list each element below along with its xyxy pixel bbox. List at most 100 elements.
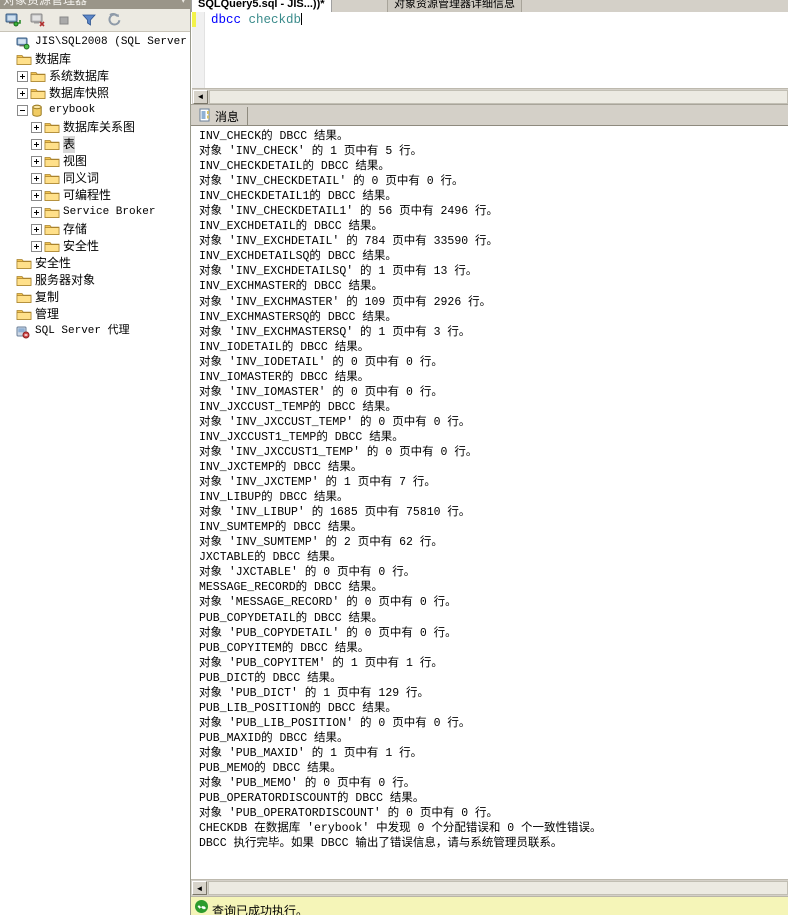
- folder-icon: [16, 257, 32, 271]
- refresh-icon[interactable]: [104, 11, 124, 29]
- expand-plus-icon[interactable]: [31, 224, 42, 235]
- object-explorer-toolbar: [0, 9, 190, 32]
- message-line: MESSAGE_RECORD的 DBCC 结果。: [199, 581, 384, 595]
- tree-node-9[interactable]: 可编程性: [0, 187, 190, 204]
- sql-editor-body[interactable]: dbcc checkdb: [192, 12, 788, 88]
- object-explorer-tree[interactable]: JIS\SQL2008 (SQL Server 10.50. 数据库系统数据库数据…: [0, 32, 190, 915]
- message-line: 对象 'INV_CHECK' 的 1 页中有 5 行。: [199, 145, 423, 159]
- sql-editor[interactable]: dbcc checkdb ◄: [191, 12, 788, 104]
- tree-node-14[interactable]: 服务器对象: [0, 272, 190, 289]
- tree-node-17[interactable]: SQL Server 代理: [0, 323, 190, 340]
- collapse-minus-icon[interactable]: [17, 105, 28, 116]
- scroll-left-arrow[interactable]: ◄: [193, 89, 208, 104]
- expand-plus-icon[interactable]: [31, 207, 42, 218]
- status-text: 查询已成功执行。: [212, 903, 309, 915]
- tree-node-5[interactable]: 数据库关系图: [0, 119, 190, 136]
- message-line: PUB_LIB_POSITION的 DBCC 结果。: [199, 701, 397, 715]
- tree-node-4[interactable]: erybook: [0, 102, 190, 119]
- message-line: 对象 'PUB_LIB_POSITION' 的 0 页中有 0 行。: [199, 716, 471, 730]
- message-line: INV_JXCTEMP的 DBCC 结果。: [199, 461, 363, 475]
- expand-plus-icon[interactable]: [31, 139, 42, 150]
- folder-icon: [30, 70, 46, 84]
- tree-node-16[interactable]: 管理: [0, 306, 190, 323]
- expand-plus-icon[interactable]: [31, 241, 42, 252]
- messages-horizontal-scrollbar[interactable]: ◄: [191, 879, 788, 896]
- message-line: INV_CHECKDETAIL的 DBCC 结果。: [199, 160, 390, 174]
- tree-node-8[interactable]: 同义词: [0, 170, 190, 187]
- message-line: INV_SUMTEMP的 DBCC 结果。: [199, 521, 363, 535]
- message-line: DBCC 执行完毕。如果 DBCC 输出了错误信息，请与系统管理员联系。: [199, 837, 563, 851]
- tree-node-label: 数据库快照: [49, 86, 110, 100]
- tab-object-explorer-details[interactable]: 对象资源管理器详细信息: [387, 0, 522, 12]
- tree-node-label: 服务器对象: [35, 273, 96, 287]
- message-line: JXCTABLE的 DBCC 结果。: [199, 551, 342, 565]
- tree-node-label: 系统数据库: [49, 69, 110, 83]
- pin-icon[interactable]: ▾: [180, 0, 186, 6]
- messages-output[interactable]: INV_CHECK的 DBCC 结果。 对象 'INV_CHECK' 的 1 页中…: [191, 125, 788, 879]
- tree-node-10[interactable]: Service Broker: [0, 204, 190, 221]
- tree-node-label: 复制: [35, 290, 60, 304]
- tree-node-0[interactable]: JIS\SQL2008 (SQL Server 10.50.: [0, 34, 190, 51]
- tree-node-label: 数据库: [35, 52, 72, 66]
- tree-node-label: 视图: [63, 154, 88, 168]
- message-line: INV_JXCCUST_TEMP的 DBCC 结果。: [199, 400, 397, 414]
- messages-tab-label: 消息: [215, 109, 240, 124]
- disconnect-icon[interactable]: [29, 11, 49, 29]
- agent-stopped-icon: [16, 325, 32, 339]
- message-line: INV_CHECKDETAIL1的 DBCC 结果。: [199, 190, 397, 204]
- tree-node-13[interactable]: 安全性: [0, 255, 190, 272]
- tree-node-label: erybook: [49, 104, 96, 116]
- sql-editor-text[interactable]: dbcc checkdb: [205, 12, 788, 88]
- folder-icon: [16, 53, 32, 67]
- message-line: INV_EXCHMASTERSQ的 DBCC 结果。: [199, 310, 397, 324]
- object-explorer-panel: 对象资源管理器 ▾ JIS\SQL2008 (SQL Server 数据库 系统…: [0, 0, 191, 915]
- message-line: 对象 'INV_IOMASTER' 的 0 页中有 0 行。: [199, 385, 443, 399]
- results-tabstrip: 消息: [191, 105, 788, 125]
- message-line: PUB_MEMO的 DBCC 结果。: [199, 761, 342, 775]
- expand-plus-icon[interactable]: [31, 122, 42, 133]
- tree-node-1[interactable]: 数据库: [0, 51, 190, 68]
- expand-plus-icon[interactable]: [17, 88, 28, 99]
- message-line: 对象 'INV_CHECKDETAIL1' 的 56 页中有 2496 行。: [199, 205, 499, 219]
- connect-icon[interactable]: [4, 11, 24, 29]
- message-line: 对象 'INV_JXCCUST_TEMP' 的 0 页中有 0 行。: [199, 415, 471, 429]
- filter-icon[interactable]: [79, 11, 99, 29]
- message-line: 对象 'PUB_DICT' 的 1 页中有 129 行。: [199, 686, 430, 700]
- editor-horizontal-scrollbar[interactable]: ◄: [192, 88, 788, 104]
- message-line: INV_EXCHMASTER的 DBCC 结果。: [199, 280, 384, 294]
- results-pane: 消息 INV_CHECK的 DBCC 结果。 对象 'INV_CHECK' 的 1…: [191, 104, 788, 896]
- tree-node-12[interactable]: 安全性: [0, 238, 190, 255]
- message-line: 对象 'INV_EXCHMASTER' 的 109 页中有 2926 行。: [199, 295, 492, 309]
- expand-plus-icon[interactable]: [31, 156, 42, 167]
- messages-scroll-track[interactable]: [208, 881, 788, 895]
- messages-icon: [199, 108, 212, 125]
- tree-node-15[interactable]: 复制: [0, 289, 190, 306]
- stop-icon[interactable]: [54, 11, 74, 29]
- tab-sqlquery5[interactable]: SQLQuery5.sql - JIS...))*: [191, 0, 332, 12]
- message-line: 对象 'INV_EXCHDETAIL' 的 784 页中有 33590 行。: [199, 235, 499, 249]
- messages-scroll-left-arrow[interactable]: ◄: [192, 881, 207, 895]
- tree-node-11[interactable]: 存储: [0, 221, 190, 238]
- folder-icon: [16, 308, 32, 322]
- sql-keyword-dbcc: dbcc: [211, 13, 242, 27]
- tree-node-3[interactable]: 数据库快照: [0, 85, 190, 102]
- expand-plus-icon[interactable]: [17, 71, 28, 82]
- tree-node-6[interactable]: 表: [0, 136, 190, 153]
- scroll-track[interactable]: [209, 89, 788, 104]
- message-line: INV_JXCCUST1_TEMP的 DBCC 结果。: [199, 430, 404, 444]
- tree-node-2[interactable]: 系统数据库: [0, 68, 190, 85]
- expand-plus-icon[interactable]: [31, 173, 42, 184]
- tree-node-label: SQL Server 代理: [35, 325, 130, 337]
- tree-node-7[interactable]: 视图: [0, 153, 190, 170]
- server-icon: [16, 36, 32, 50]
- ssms-window: 对象资源管理器 ▾ JIS\SQL2008 (SQL Server 数据库 系统…: [0, 0, 788, 915]
- editor-change-marker: [192, 12, 196, 27]
- message-line: INV_LIBUP的 DBCC 结果。: [199, 491, 349, 505]
- expand-plus-icon[interactable]: [31, 190, 42, 201]
- tab-messages[interactable]: 消息: [195, 107, 249, 125]
- message-line: 对象 'PUB_MAXID' 的 1 页中有 1 行。: [199, 746, 423, 760]
- message-line: PUB_MAXID的 DBCC 结果。: [199, 731, 349, 745]
- message-line: 对象 'INV_IODETAIL' 的 0 页中有 0 行。: [199, 355, 443, 369]
